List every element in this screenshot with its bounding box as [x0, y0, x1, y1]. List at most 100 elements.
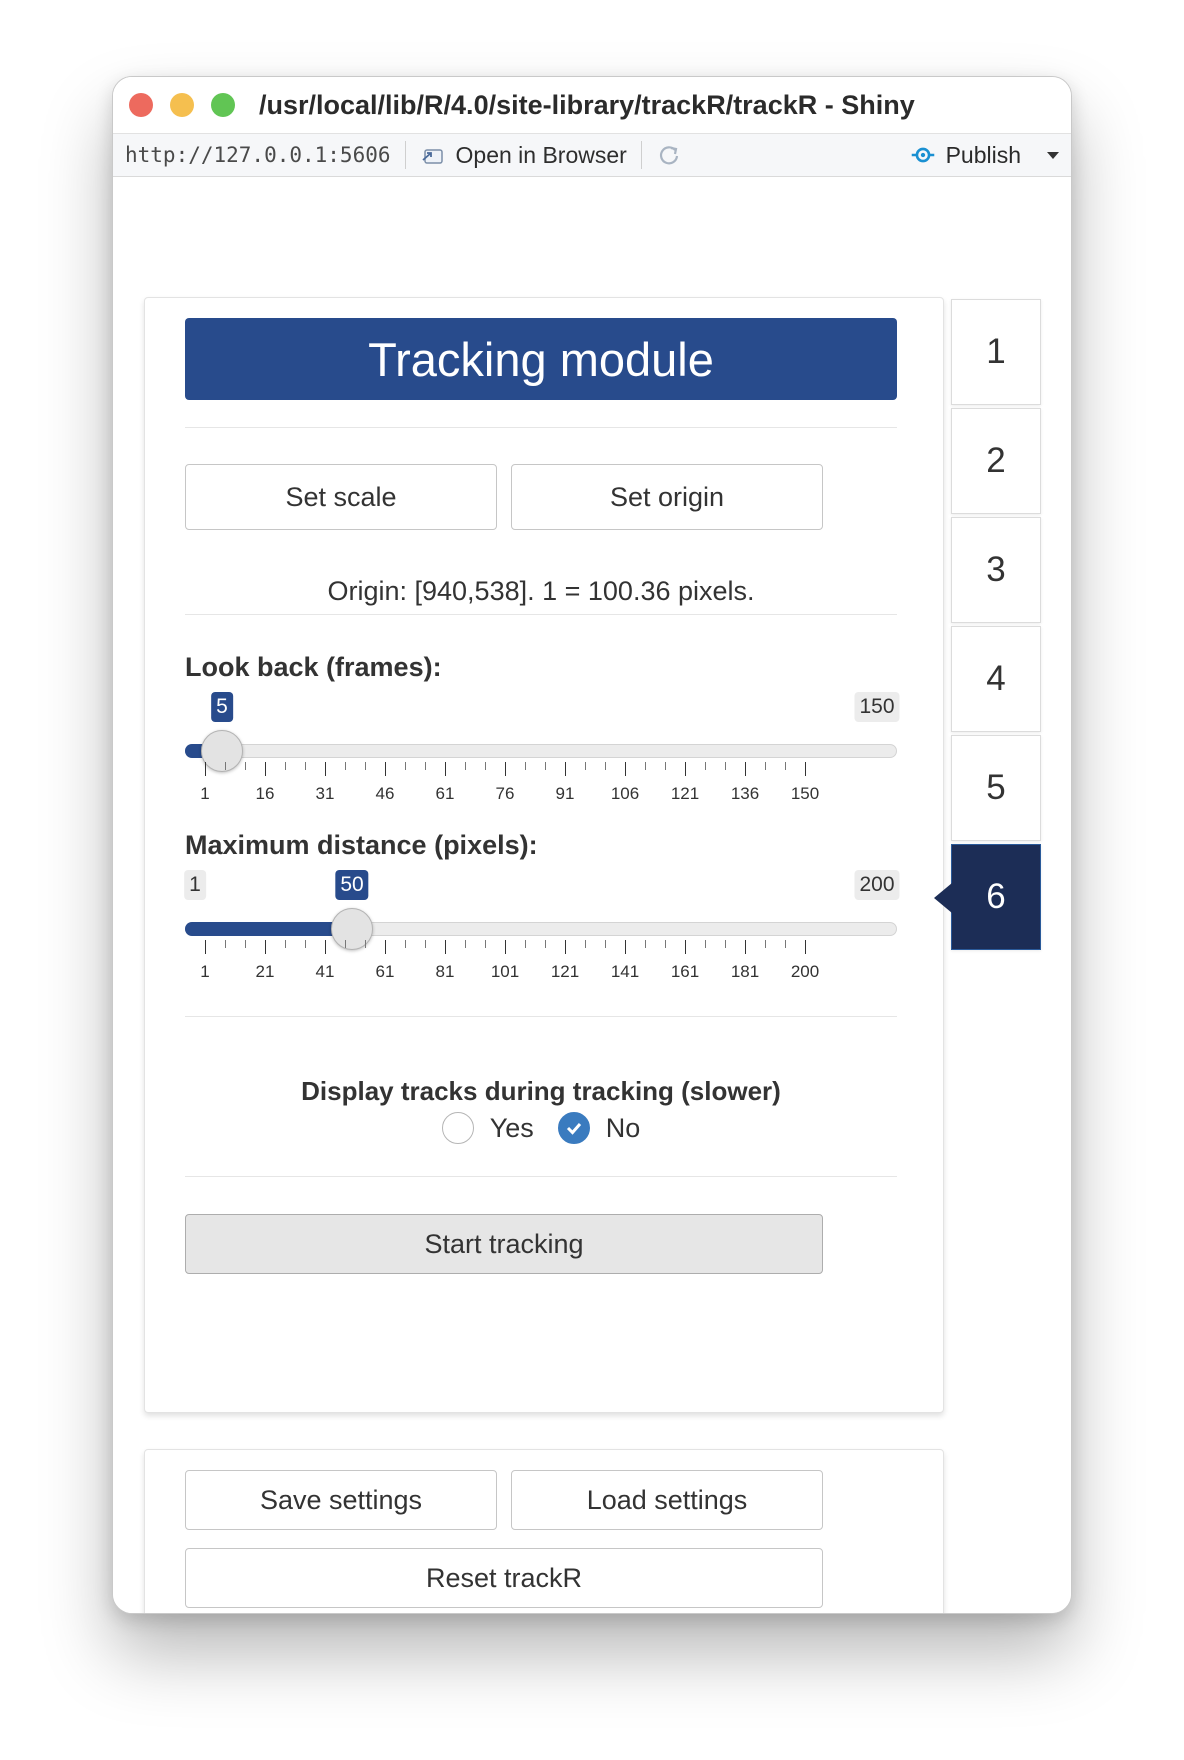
- app-content: Tracking module Set scale Set origin Ori…: [113, 177, 1071, 1613]
- set-origin-button[interactable]: Set origin: [511, 464, 823, 530]
- slider-minor-tick: [425, 940, 426, 948]
- slider-min-badge: 1: [184, 870, 206, 900]
- slider-minor-tick: [605, 762, 606, 770]
- app-window: /usr/local/lib/R/4.0/site-library/trackR…: [112, 76, 1072, 1614]
- minimize-window-button[interactable]: [170, 93, 194, 117]
- radio-unchecked-icon[interactable]: [441, 1112, 474, 1144]
- radio-label: No: [605, 1112, 641, 1143]
- refresh-icon[interactable]: [656, 142, 682, 168]
- slider-minor-tick: [765, 762, 766, 770]
- window-controls: [129, 93, 235, 117]
- slider-minor-tick: [605, 940, 606, 948]
- slider-tick: [745, 762, 746, 776]
- radio-option-no[interactable]: No: [557, 1112, 641, 1144]
- slider-handle[interactable]: [331, 908, 373, 950]
- slider-tick: [385, 940, 386, 954]
- slider-minor-tick: [305, 762, 306, 770]
- divider: [185, 1016, 897, 1017]
- open-in-browser-icon: [421, 149, 443, 164]
- checkmark-icon[interactable]: [557, 1112, 590, 1144]
- slider-tick-label: 200: [790, 962, 820, 981]
- toolbar-divider: [404, 141, 406, 169]
- tab-2[interactable]: 2: [951, 408, 1041, 514]
- slider-value-badge: 5: [211, 692, 233, 722]
- url-label: http://127.0.0.1:5606: [125, 143, 391, 167]
- slider-tick: [685, 940, 686, 954]
- slider-tick: [625, 940, 626, 954]
- publish-label: Publish: [945, 141, 1021, 168]
- slider-tick-label: 121: [670, 784, 700, 803]
- slider-tick: [565, 762, 566, 776]
- radio-label: Yes: [489, 1112, 534, 1143]
- display-tracks-radio-group: Yes No: [185, 1112, 897, 1144]
- slider-minor-tick: [305, 940, 306, 948]
- title-bar: /usr/local/lib/R/4.0/site-library/trackR…: [113, 77, 1071, 133]
- slider-minor-tick: [365, 940, 366, 948]
- slider-minor-tick: [245, 762, 246, 770]
- set-scale-button[interactable]: Set scale: [185, 464, 497, 530]
- slider-tick-label: 136: [730, 784, 760, 803]
- slider-tick-label: 61: [375, 962, 395, 981]
- divider: [185, 1176, 897, 1177]
- tab-4[interactable]: 4: [951, 626, 1041, 732]
- slider-tick: [265, 762, 266, 776]
- max-distance-slider[interactable]: 1 50 200 1 21 41 61 81 101 121 141 161 181 200: [184, 870, 900, 981]
- slider-minor-tick: [585, 940, 586, 948]
- slider-minor-tick: [485, 762, 486, 770]
- reset-trackr-button[interactable]: Reset trackR: [185, 1548, 823, 1608]
- slider-tick-label: 41: [315, 962, 335, 981]
- slider-value-badge: 50: [335, 870, 369, 900]
- tab-5[interactable]: 5: [951, 735, 1041, 841]
- slider-tick: [745, 940, 746, 954]
- tracking-panel: Tracking module Set scale Set origin Ori…: [144, 297, 944, 1413]
- slider-tick: [805, 940, 806, 954]
- slider-minor-tick: [525, 762, 526, 770]
- tab-1[interactable]: 1: [951, 299, 1041, 405]
- save-settings-button[interactable]: Save settings: [185, 1470, 497, 1530]
- slider-handle[interactable]: [201, 730, 243, 772]
- slider-tick: [265, 940, 266, 954]
- slider-track[interactable]: [185, 744, 897, 758]
- slider-tick-label: 91: [555, 784, 575, 803]
- slider-minor-tick: [765, 940, 766, 948]
- slider-minor-tick: [225, 940, 226, 948]
- module-title: Tracking module: [185, 318, 897, 400]
- slider-tick: [205, 762, 206, 776]
- slider-minor-tick: [285, 940, 286, 948]
- max-distance-label: Maximum distance (pixels):: [185, 830, 538, 860]
- start-tracking-button[interactable]: Start tracking: [185, 1214, 823, 1274]
- load-settings-button[interactable]: Load settings: [511, 1470, 823, 1530]
- maximize-window-button[interactable]: [211, 93, 235, 117]
- slider-tick-label: 150: [790, 784, 820, 803]
- slider-tick-label: 1: [200, 962, 210, 981]
- slider-tick: [385, 762, 386, 776]
- slider-minor-tick: [725, 940, 726, 948]
- slider-tick-label: 181: [730, 962, 760, 981]
- open-in-browser-button[interactable]: Open in Browser: [420, 142, 627, 169]
- slider-minor-tick: [285, 762, 286, 770]
- look-back-slider[interactable]: 5 150 1 16 31 46 61 76 91 106 121 136 150: [185, 692, 900, 803]
- publish-icon: [911, 147, 934, 163]
- slider-tick-label: 46: [375, 784, 395, 803]
- close-window-button[interactable]: [129, 93, 153, 117]
- slider-minor-tick: [345, 940, 346, 948]
- slider-tick: [505, 940, 506, 954]
- tab-3[interactable]: 3: [951, 517, 1041, 623]
- slider-minor-tick: [585, 762, 586, 770]
- open-in-browser-label: Open in Browser: [455, 141, 627, 168]
- slider-minor-tick: [545, 762, 546, 770]
- radio-option-yes[interactable]: Yes: [441, 1112, 534, 1144]
- slider-tick-label: 101: [490, 962, 520, 981]
- publish-button[interactable]: Publish: [910, 142, 1059, 169]
- slider-minor-tick: [345, 762, 346, 770]
- slider-tick-label: 61: [435, 784, 455, 803]
- slider-minor-tick: [545, 940, 546, 948]
- slider-minor-tick: [425, 762, 426, 770]
- slider-tick: [625, 762, 626, 776]
- slider-tick-label: 76: [495, 784, 515, 803]
- origin-status: Origin: [940,538]. 1 = 100.36 pixels.: [327, 576, 755, 606]
- chevron-down-icon[interactable]: [1047, 151, 1059, 159]
- look-back-label: Look back (frames):: [185, 652, 442, 682]
- tab-6[interactable]: 6: [934, 844, 1041, 950]
- slider-tick-label: 161: [670, 962, 700, 981]
